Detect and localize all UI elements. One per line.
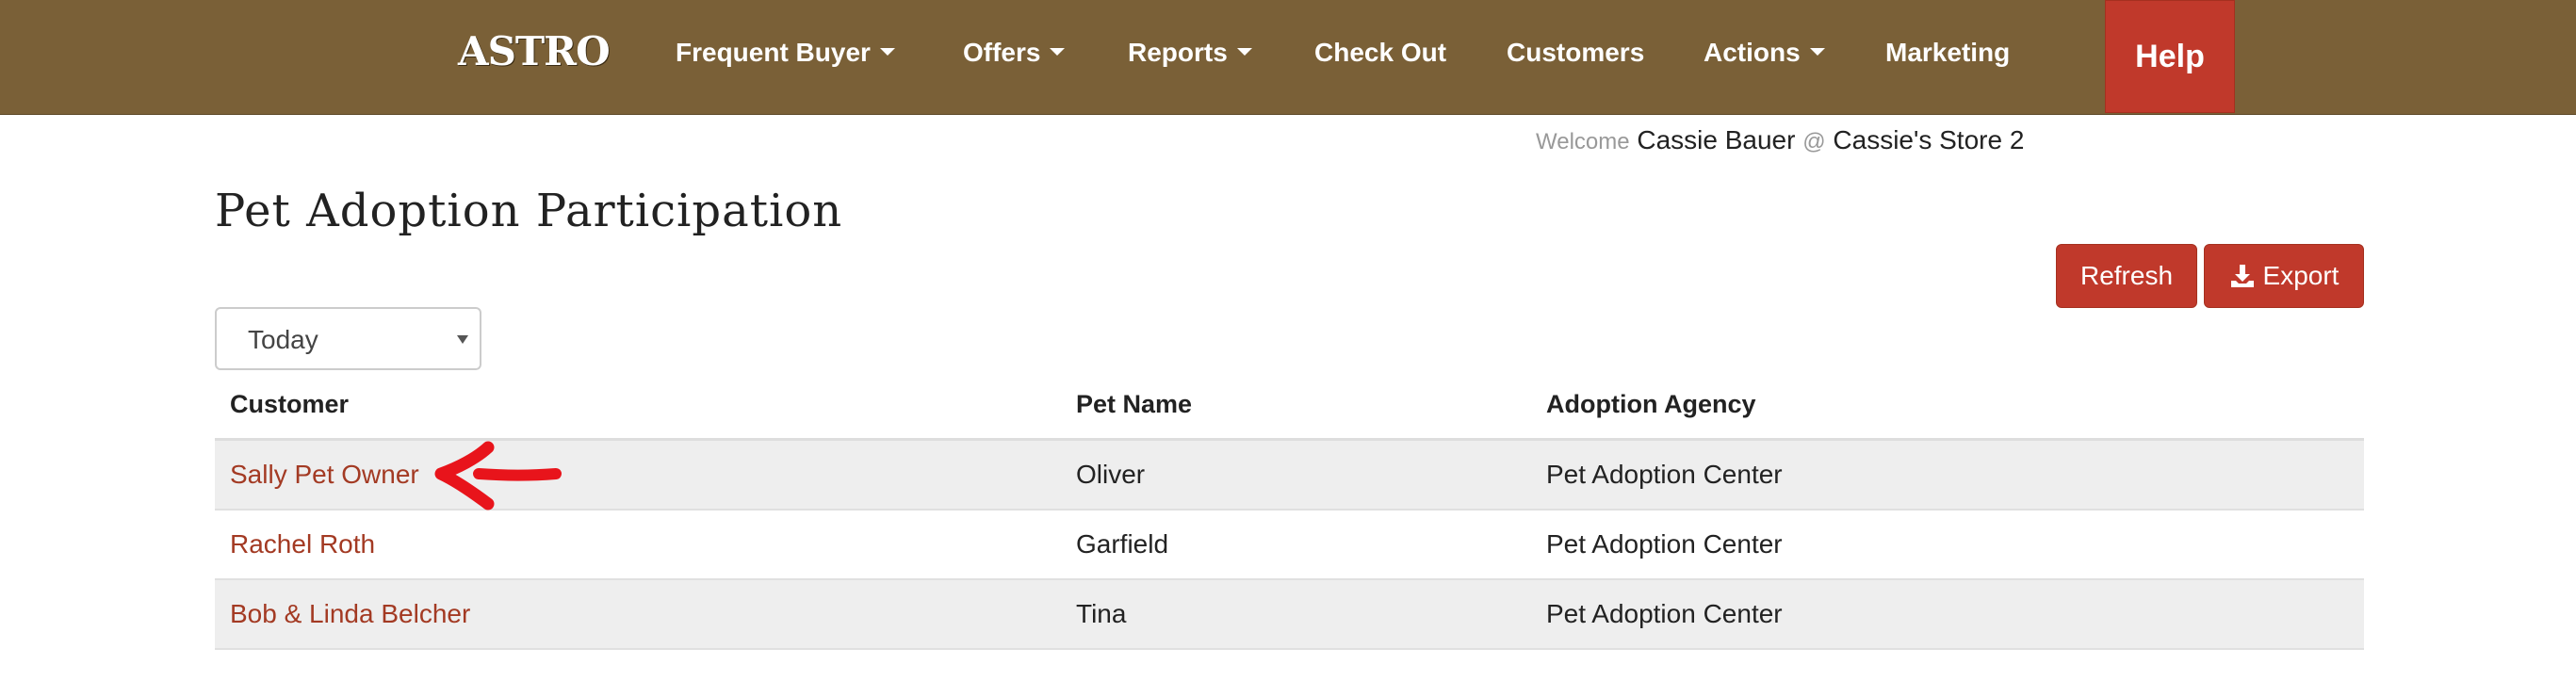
date-range-value: Today <box>248 325 318 354</box>
adoption-agency-cell: Pet Adoption Center <box>1546 529 1783 559</box>
header-customer[interactable]: Customer <box>230 390 349 419</box>
page-title: Pet Adoption Participation <box>215 185 843 237</box>
dropdown-arrow-icon <box>457 335 468 344</box>
table-header: Customer Pet Name Adoption Agency <box>215 373 2364 441</box>
caret-down-icon <box>1050 47 1066 56</box>
nav-marketing[interactable]: Marketing <box>1885 38 2010 68</box>
table-row: Bob & Linda Belcher Tina Pet Adoption Ce… <box>215 580 2364 650</box>
nav-check-out[interactable]: Check Out <box>1314 38 1446 68</box>
nav-actions-label: Actions <box>1704 38 1801 67</box>
welcome-user: Cassie Bauer <box>1637 125 1796 154</box>
download-icon <box>2230 265 2254 287</box>
welcome-store: Cassie's Store 2 <box>1833 125 2025 154</box>
nav-customers[interactable]: Customers <box>1507 38 1644 68</box>
astro-logo[interactable]: ASTRO <box>458 28 611 74</box>
export-button-label: Export <box>2262 261 2340 290</box>
nav-reports-label: Reports <box>1128 38 1228 67</box>
nav-reports[interactable]: Reports <box>1128 38 1252 68</box>
customer-link[interactable]: Bob & Linda Belcher <box>230 599 470 629</box>
nav-check-out-label: Check Out <box>1314 38 1447 67</box>
header-pet-name[interactable]: Pet Name <box>1076 390 1192 419</box>
caret-down-icon <box>1236 47 1252 56</box>
nav-frequent-buyer[interactable]: Frequent Buyer <box>676 38 895 68</box>
caret-down-icon <box>879 47 895 56</box>
help-button[interactable]: Help <box>2105 0 2235 113</box>
pet-name-cell: Garfield <box>1076 529 1169 559</box>
top-navbar: ASTRO Frequent Buyer Offers Reports Chec… <box>0 0 2576 115</box>
nav-offers[interactable]: Offers <box>963 38 1066 68</box>
welcome-at: @ <box>1802 129 1826 154</box>
adoption-agency-cell: Pet Adoption Center <box>1546 460 1783 489</box>
refresh-button[interactable]: Refresh <box>2056 244 2197 308</box>
customer-link[interactable]: Sally Pet Owner <box>230 460 419 490</box>
refresh-button-label: Refresh <box>2079 261 2174 290</box>
welcome-banner: Welcome Cassie Bauer @ Cassie's Store 2 <box>1536 125 2024 155</box>
nav-customers-label: Customers <box>1507 38 1645 67</box>
nav-actions[interactable]: Actions <box>1704 38 1825 68</box>
table-row: Rachel Roth Garfield Pet Adoption Center <box>215 511 2364 580</box>
nav-offers-label: Offers <box>963 38 1041 67</box>
nav-frequent-buyer-label: Frequent Buyer <box>676 38 871 67</box>
annotation-arrow-icon <box>434 441 562 511</box>
nav-marketing-label: Marketing <box>1885 38 2011 67</box>
pet-name-cell: Tina <box>1076 599 1127 628</box>
customer-link[interactable]: Rachel Roth <box>230 529 375 559</box>
pet-name-cell: Oliver <box>1076 460 1146 489</box>
caret-down-icon <box>1809 47 1825 56</box>
export-button[interactable]: Export <box>2204 244 2364 308</box>
date-range-select[interactable]: Today <box>215 307 481 370</box>
header-adoption-agency[interactable]: Adoption Agency <box>1546 390 1756 419</box>
welcome-prefix: Welcome <box>1536 129 1630 154</box>
adoption-agency-cell: Pet Adoption Center <box>1546 599 1783 628</box>
